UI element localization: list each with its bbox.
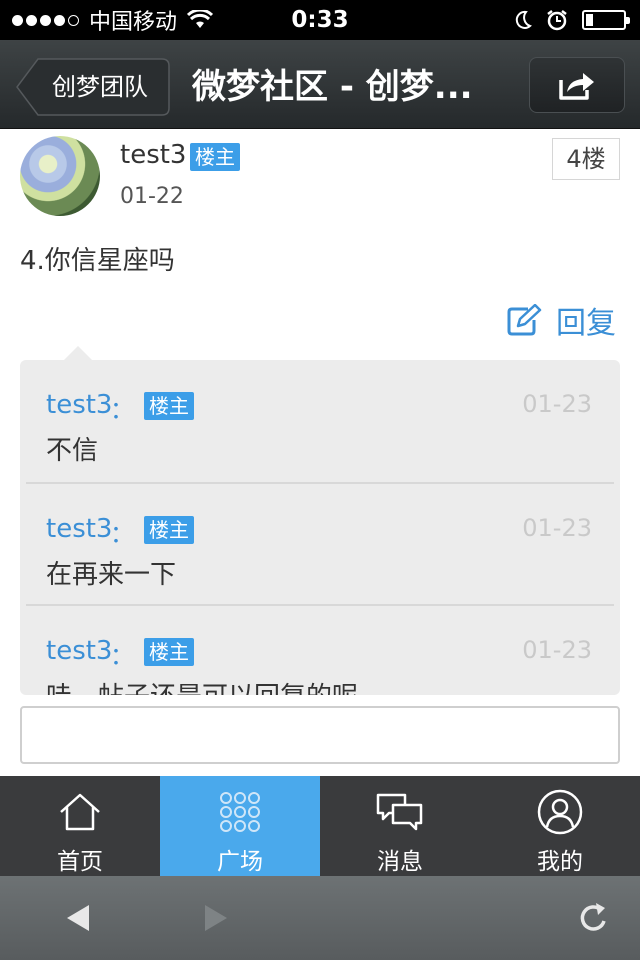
reply-text: 不信: [46, 436, 99, 466]
reply-colon: ：: [110, 396, 134, 424]
reply-item[interactable]: test3 ： 楼主 01-23 在再来一下: [26, 482, 614, 606]
forward-triangle-icon: [205, 905, 227, 931]
reply-item[interactable]: test3 ： 楼主 01-23 哇，帖子还是可以回复的呢: [26, 604, 614, 695]
reply-colon: ：: [110, 520, 134, 548]
reply-text: 在再来一下: [46, 560, 177, 590]
reply-date: 01-23: [522, 514, 592, 542]
tab-bar: 首页 广场 消息 我的: [0, 776, 640, 876]
status-right: [514, 0, 630, 40]
reply-op-badge: 楼主: [144, 392, 194, 420]
floor-number: 4楼: [552, 138, 620, 180]
back-triangle-icon: [67, 905, 89, 931]
reply-list: test3 ： 楼主 01-23 不信 test3 ： 楼主 01-23 在再来…: [20, 360, 620, 695]
home-icon: [60, 793, 100, 831]
tab-home[interactable]: 首页: [0, 776, 160, 876]
navigation-bar: 创梦团队 微梦社区 - 创梦...: [0, 40, 640, 129]
tab-label: 首页: [57, 849, 103, 875]
share-button[interactable]: [529, 57, 625, 113]
post-content: 4.你信星座吗: [20, 246, 175, 276]
status-bar: 中国移动 0:33: [0, 0, 640, 40]
browser-forward-button[interactable]: [194, 896, 238, 940]
reply-user[interactable]: test3: [46, 636, 112, 666]
post-author[interactable]: test3: [120, 140, 186, 170]
refresh-button[interactable]: [572, 896, 616, 940]
refresh-icon: [580, 903, 606, 931]
reply-colon: ：: [110, 642, 134, 670]
post-date: 01-22: [120, 184, 184, 209]
tab-plaza[interactable]: 广场: [160, 776, 320, 876]
reply-user[interactable]: test3: [46, 514, 112, 544]
edit-icon: [507, 304, 542, 336]
reply-label: 回复: [556, 306, 616, 341]
reply-item[interactable]: test3 ： 楼主 01-23 不信: [26, 360, 614, 482]
reply-button[interactable]: 回复: [506, 300, 616, 341]
reply-date: 01-23: [522, 636, 592, 664]
page-title: 微梦社区 - 创梦...: [192, 67, 473, 107]
tab-label: 我的: [537, 849, 583, 875]
op-badge: 楼主: [190, 143, 240, 171]
moon-icon: [515, 10, 532, 29]
back-button-label: 创梦团队: [52, 73, 148, 101]
share-icon: [559, 73, 594, 100]
tab-profile[interactable]: 我的: [480, 776, 640, 876]
message-icon: [376, 793, 423, 831]
replies-pointer: [64, 346, 92, 360]
tab-label: 消息: [377, 849, 423, 875]
reply-user[interactable]: test3: [46, 390, 112, 420]
battery-icon: [582, 10, 630, 30]
grid-icon: [220, 792, 260, 832]
battery-level: [586, 14, 594, 26]
browser-toolbar: [0, 876, 640, 960]
tab-messages[interactable]: 消息: [320, 776, 480, 876]
reply-op-badge: 楼主: [144, 516, 194, 544]
avatar[interactable]: [20, 136, 100, 216]
back-button[interactable]: 创梦团队: [16, 58, 170, 116]
reply-op-badge: 楼主: [144, 638, 194, 666]
profile-icon: [537, 789, 583, 835]
comment-input[interactable]: [20, 706, 620, 764]
alarm-icon: [547, 10, 567, 31]
browser-back-button[interactable]: [56, 896, 100, 940]
tab-label: 广场: [217, 849, 263, 875]
reply-date: 01-23: [522, 390, 592, 418]
reply-text: 哇，帖子还是可以回复的呢: [46, 676, 358, 695]
